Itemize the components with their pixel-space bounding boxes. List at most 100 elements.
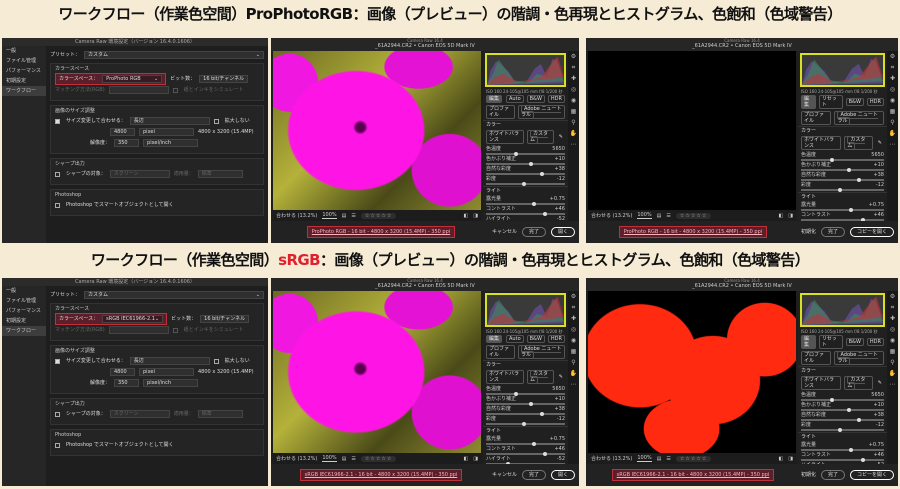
cancel-button[interactable]: キャンセル — [492, 229, 517, 235]
size-unit-select[interactable]: pixel — [139, 128, 194, 136]
wb-select[interactable]: カスタム — [844, 376, 873, 390]
color-section-header[interactable]: カラー — [483, 360, 568, 369]
slider-value[interactable]: 5650 — [871, 152, 884, 158]
heal-icon[interactable]: ✚ — [571, 316, 576, 322]
slider-value[interactable]: +46 — [554, 446, 565, 452]
sort-icon[interactable]: ☰ — [666, 456, 670, 462]
edit-icon[interactable]: ⚙ — [890, 294, 895, 300]
slider-value[interactable]: 5650 — [552, 146, 565, 152]
slider-track[interactable] — [801, 448, 884, 452]
size-input[interactable]: 4800 — [110, 128, 135, 136]
tab-auto[interactable]: Auto — [506, 95, 524, 103]
slider-thumb[interactable] — [539, 412, 544, 416]
slider[interactable]: 露光量 +0.75 — [483, 436, 568, 446]
filter-icon[interactable]: ▤ — [657, 456, 662, 462]
redeye-icon[interactable]: ◉ — [571, 338, 576, 344]
hand-icon[interactable]: ✋ — [889, 371, 896, 377]
mask-icon[interactable]: ◎ — [890, 327, 895, 333]
fit-zoom[interactable]: 合わせる (13.2%) — [591, 213, 632, 219]
mask-icon[interactable]: ◎ — [571, 87, 576, 93]
hand-icon[interactable]: ✋ — [889, 131, 896, 137]
eyedropper-icon[interactable]: ✎ — [557, 374, 565, 380]
filter-icon[interactable]: ▤ — [342, 213, 347, 219]
tab-bw[interactable]: B&W — [526, 95, 545, 103]
slider-thumb[interactable] — [846, 168, 851, 172]
slider-track[interactable] — [801, 418, 884, 422]
slider-track[interactable] — [486, 412, 565, 416]
before-after-icon[interactable]: ◨ — [473, 456, 478, 462]
heal-icon[interactable]: ✚ — [571, 76, 576, 82]
slider[interactable]: 彩度 -12 — [483, 176, 568, 186]
slider-track[interactable] — [801, 428, 884, 432]
sidebar-item[interactable]: ワークフロー — [2, 86, 46, 96]
slider-value[interactable]: +38 — [873, 412, 884, 418]
filter-icon[interactable]: ▤ — [342, 456, 347, 462]
presets-icon[interactable]: ▦ — [890, 109, 896, 115]
slider-value[interactable]: -12 — [876, 182, 884, 188]
done-button[interactable]: 完了 — [521, 227, 546, 237]
color-section-header[interactable]: カラー — [798, 366, 887, 375]
compare-icon[interactable]: ◧ — [779, 213, 784, 219]
eyedropper-icon[interactable]: ✎ — [876, 140, 884, 146]
hand-icon[interactable]: ✋ — [570, 371, 577, 377]
heal-icon[interactable]: ✚ — [890, 316, 895, 322]
resolution-unit-select[interactable]: pixel/inch — [143, 139, 199, 147]
fit-zoom[interactable]: 合わせる (13.2%) — [591, 456, 632, 462]
presets-icon[interactable]: ▦ — [571, 349, 577, 355]
slider-value[interactable]: +10 — [873, 402, 884, 408]
before-after-icon[interactable]: ◨ — [788, 213, 793, 219]
rating-stars[interactable]: ☆☆☆☆☆ — [675, 212, 712, 219]
redeye-icon[interactable]: ◉ — [890, 338, 895, 344]
tab-hdr[interactable]: HDR — [547, 95, 565, 103]
wb-select[interactable]: カスタム — [526, 370, 554, 384]
preset-select[interactable]: カスタム ⌄ — [84, 51, 264, 59]
slider-track[interactable] — [486, 152, 565, 156]
slider-track[interactable] — [486, 422, 565, 426]
slider[interactable]: コントラスト +46 — [798, 452, 887, 462]
before-after-icon[interactable]: ◨ — [473, 213, 478, 219]
slider-value[interactable]: +0.75 — [869, 442, 884, 448]
rating-stars[interactable]: ☆☆☆☆☆ — [360, 455, 397, 462]
workflow-options-link[interactable]: sRGB IEC61966-2.1 - 16 bit - 4800 x 3200… — [611, 469, 775, 481]
sharpen-checkbox[interactable] — [55, 411, 60, 417]
done-button[interactable]: 完了 — [820, 227, 845, 237]
done-button[interactable]: 完了 — [820, 470, 845, 480]
slider-thumb[interactable] — [542, 452, 547, 456]
slider-track[interactable] — [486, 202, 565, 206]
profile-select[interactable]: Adobe ニュートラル — [834, 111, 884, 125]
zoom-level[interactable]: 100% — [322, 455, 337, 462]
slider-value[interactable]: +46 — [873, 452, 884, 458]
filter-icon[interactable]: ▤ — [657, 213, 662, 219]
rating-stars[interactable]: ☆☆☆☆☆ — [675, 455, 712, 462]
light-section-header[interactable]: ライト — [483, 426, 568, 435]
fit-zoom[interactable]: 合わせる (13.2%) — [276, 213, 317, 219]
slider-value[interactable]: +10 — [873, 162, 884, 168]
slider-track[interactable] — [801, 398, 884, 402]
resize-select[interactable]: 長辺 — [129, 117, 210, 125]
profile-select[interactable]: Adobe ニュートラル — [518, 345, 565, 359]
slider[interactable]: コントラスト +46 — [483, 446, 568, 456]
hand-icon[interactable]: ✋ — [570, 131, 577, 137]
slider-thumb[interactable] — [521, 182, 526, 186]
slider-value[interactable]: +10 — [554, 396, 565, 402]
before-after-icon[interactable]: ◨ — [788, 456, 793, 462]
slider-thumb[interactable] — [542, 212, 547, 216]
slider[interactable]: 色かぶり補正 +10 — [798, 402, 887, 412]
slider-track[interactable] — [486, 162, 565, 166]
no-enlarge-checkbox[interactable] — [213, 118, 219, 124]
slider-thumb[interactable] — [513, 152, 518, 156]
tab-auto[interactable]: リセット — [818, 95, 843, 109]
slider[interactable]: 色温度 5650 — [483, 386, 568, 396]
zoom-icon[interactable]: ⚲ — [571, 360, 575, 366]
no-enlarge-checkbox[interactable] — [213, 358, 219, 364]
workflow-options-link[interactable]: ProPhoto RGB - 16 bit - 4800 x 3200 (15.… — [306, 226, 456, 238]
cancel-button[interactable]: キャンセル — [492, 472, 517, 478]
presets-icon[interactable]: ▦ — [890, 349, 896, 355]
sort-icon[interactable]: ☰ — [351, 456, 355, 462]
slider-value[interactable]: +0.75 — [550, 196, 565, 202]
slider-track[interactable] — [486, 442, 565, 446]
slider[interactable]: 露光量 +0.75 — [798, 202, 887, 212]
redeye-icon[interactable]: ◉ — [571, 98, 576, 104]
resize-checkbox[interactable] — [55, 118, 60, 124]
crop-icon[interactable]: ⌗ — [572, 305, 575, 311]
